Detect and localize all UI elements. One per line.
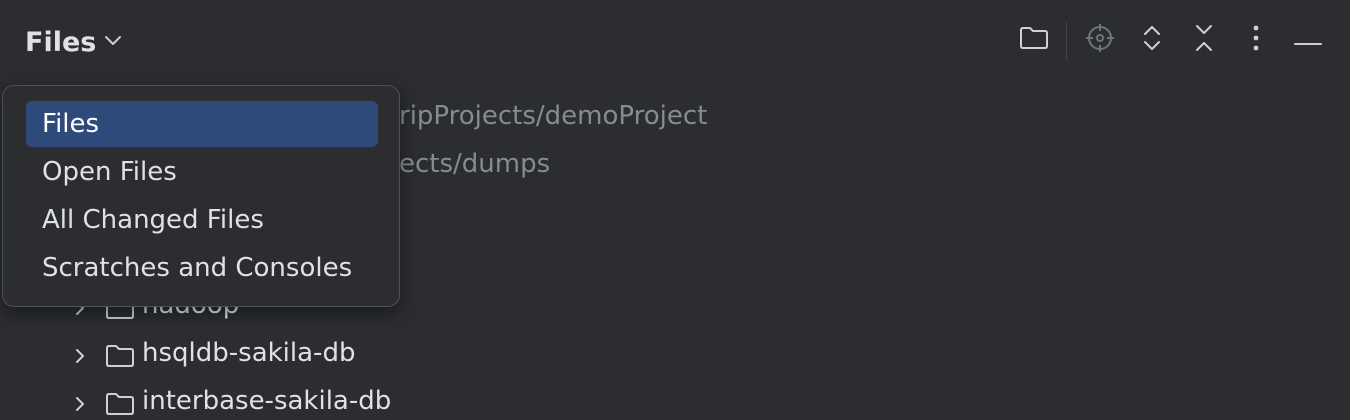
collapse-icon <box>1192 23 1216 57</box>
locate-button[interactable] <box>1080 20 1120 60</box>
root-path: ripProjects/demoProject <box>399 101 708 131</box>
expand-icon <box>1140 23 1164 57</box>
popup-item-label: Scratches and Consoles <box>42 253 353 283</box>
folder-icon <box>1018 24 1050 56</box>
folder-icon <box>104 342 136 370</box>
crosshair-icon <box>1084 22 1116 58</box>
view-selector-popup: Files Open Files All Changed Files Scrat… <box>2 85 400 307</box>
folder-name: hsqldb-sakila-db <box>142 338 356 368</box>
popup-item-label: All Changed Files <box>42 205 264 235</box>
toolbar-separator <box>1066 22 1067 60</box>
hide-button[interactable] <box>1288 20 1328 60</box>
popup-item-open-files[interactable]: Open Files <box>26 149 378 195</box>
tree-folder-row[interactable]: hsqldb-sakila-db <box>0 332 600 380</box>
files-tool-window: Files ripProjects/demoProject ects/dumps… <box>0 0 1350 420</box>
popup-item-scratches-and-consoles[interactable]: Scratches and Consoles <box>26 245 378 291</box>
popup-item-files[interactable]: Files <box>26 101 378 147</box>
chevron-right-icon[interactable] <box>68 392 92 416</box>
select-opened-file-button[interactable] <box>1014 20 1054 60</box>
tree-root-row[interactable]: ripProjects/demoProject <box>399 92 707 140</box>
folder-icon <box>104 390 136 418</box>
minimize-icon <box>1294 31 1322 50</box>
expand-all-button[interactable] <box>1132 20 1172 60</box>
popup-item-all-changed-files[interactable]: All Changed Files <box>26 197 378 243</box>
tool-window-toolbar <box>0 20 1350 60</box>
root-path: ects/dumps <box>399 149 551 179</box>
popup-item-label: Open Files <box>42 157 177 187</box>
tree-root-row[interactable]: ects/dumps <box>399 140 550 188</box>
chevron-right-icon[interactable] <box>68 344 92 368</box>
tree-folder-row[interactable]: interbase-sakila-db <box>0 380 600 420</box>
popup-item-label: Files <box>42 109 100 139</box>
more-vertical-icon <box>1251 23 1261 57</box>
options-button[interactable] <box>1236 20 1276 60</box>
collapse-all-button[interactable] <box>1184 20 1224 60</box>
folder-name: interbase-sakila-db <box>142 386 392 416</box>
